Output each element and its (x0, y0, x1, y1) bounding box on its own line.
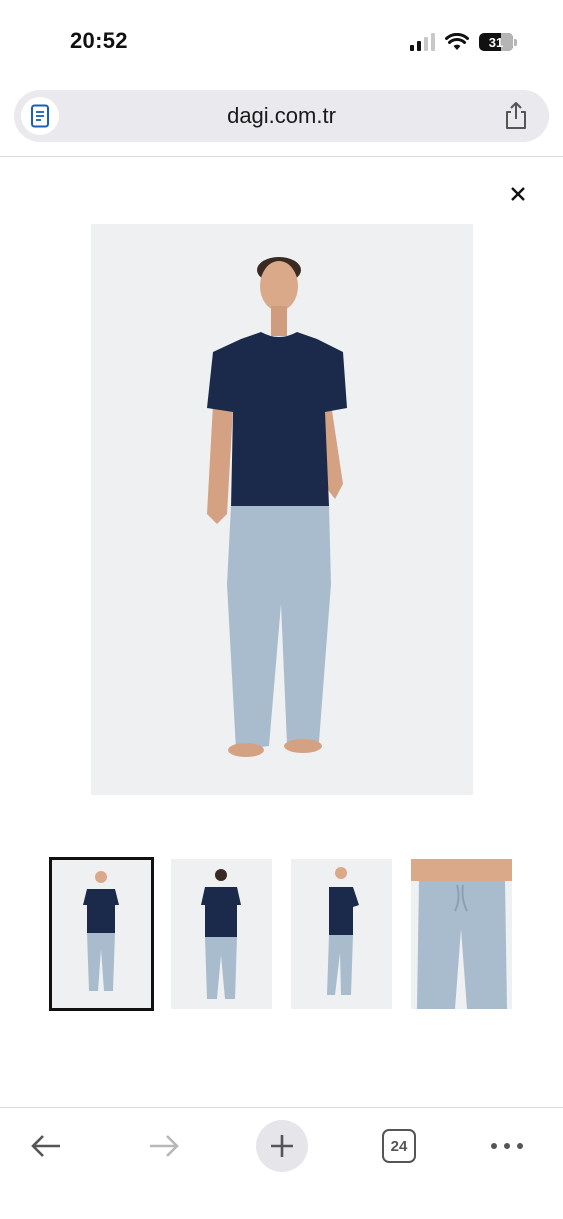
new-tab-button[interactable] (256, 1120, 308, 1172)
forward-button[interactable] (138, 1120, 190, 1172)
tab-count: 24 (390, 1137, 408, 1155)
thumbnail-back[interactable] (171, 859, 272, 1009)
share-button[interactable] (501, 101, 531, 131)
thumbnail-pants-closeup-image (411, 859, 512, 1009)
close-icon (511, 187, 525, 201)
share-icon (506, 102, 526, 129)
status-bar: 20:52 31 (0, 0, 563, 80)
model-front-image (207, 257, 347, 757)
back-arrow-icon (31, 1135, 60, 1157)
battery-level: 31 (488, 34, 504, 50)
forward-arrow-icon (150, 1135, 179, 1157)
header-divider (0, 156, 563, 157)
browser-toolbar: 24 (0, 1108, 563, 1219)
tabs-icon: 24 (382, 1129, 416, 1163)
status-icons: 31 (410, 30, 517, 54)
more-button[interactable] (481, 1120, 533, 1172)
close-button[interactable] (504, 180, 532, 208)
url-text[interactable]: dagi.com.tr (14, 103, 549, 129)
status-time: 20:52 (70, 28, 128, 53)
url-bar[interactable]: dagi.com.tr (14, 90, 549, 142)
battery-icon: 31 (479, 33, 517, 51)
signal-icon (410, 33, 435, 51)
thumbnail-front-image (83, 871, 119, 991)
thumbnail-back-image (201, 869, 241, 999)
tabs-button[interactable]: 24 (373, 1120, 425, 1172)
wifi-icon (445, 33, 469, 50)
more-icon (491, 1143, 523, 1149)
thumbnail-pants-closeup[interactable] (411, 859, 512, 1009)
thumbnail-side-image (327, 867, 359, 995)
thumbnail-side[interactable] (291, 859, 392, 1009)
back-button[interactable] (20, 1120, 72, 1172)
main-product-image[interactable] (91, 224, 473, 795)
thumbnail-front[interactable] (49, 857, 154, 1011)
plus-icon (271, 1135, 293, 1157)
